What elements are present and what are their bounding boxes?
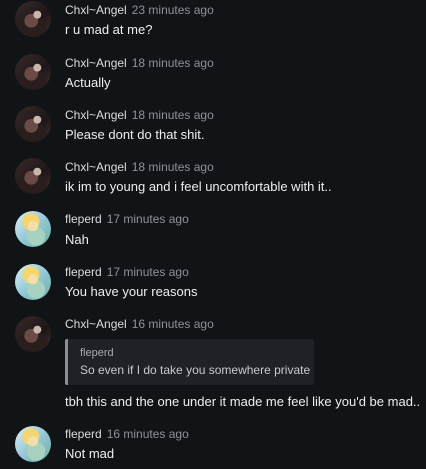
message-text: Nah bbox=[65, 232, 89, 247]
timestamp: 16 minutes ago bbox=[106, 427, 189, 441]
timestamp: 18 minutes ago bbox=[131, 56, 214, 70]
avatar[interactable] bbox=[15, 316, 51, 352]
quoted-message[interactable]: fleperd So even if I do take you somewhe… bbox=[65, 339, 314, 385]
author-name[interactable]: fleperd bbox=[65, 265, 102, 279]
avatar[interactable] bbox=[15, 1, 51, 37]
author-name[interactable]: fleperd bbox=[65, 212, 102, 226]
message-text: Actually bbox=[65, 75, 111, 90]
author-name[interactable]: Chxl~Angel bbox=[65, 317, 127, 331]
timestamp: 23 minutes ago bbox=[131, 3, 214, 17]
timestamp: 18 minutes ago bbox=[131, 160, 214, 174]
avatar[interactable] bbox=[15, 211, 51, 247]
message-header: fleperd 16 minutes ago bbox=[65, 426, 189, 441]
avatar[interactable] bbox=[15, 426, 51, 462]
quoted-text: So even if I do take you somewhere priva… bbox=[80, 363, 311, 377]
message-text: tbh this and the one under it made me fe… bbox=[65, 394, 421, 409]
quoted-author: fleperd bbox=[80, 347, 114, 359]
message-header: Chxl~Angel 18 minutes ago bbox=[65, 159, 214, 174]
message-feed: Chxl~Angel 23 minutes ago r u mad at me? … bbox=[0, 0, 426, 469]
author-name[interactable]: Chxl~Angel bbox=[65, 56, 127, 70]
timestamp: 17 minutes ago bbox=[106, 212, 189, 226]
message-header: fleperd 17 minutes ago bbox=[65, 264, 189, 279]
message-text: Please dont do that shit. bbox=[65, 127, 205, 142]
message-text: r u mad at me? bbox=[65, 22, 153, 37]
avatar[interactable] bbox=[15, 54, 51, 90]
timestamp: 17 minutes ago bbox=[106, 265, 189, 279]
timestamp: 18 minutes ago bbox=[131, 108, 214, 122]
message-header: Chxl~Angel 16 minutes ago bbox=[65, 316, 214, 331]
message-text: Not mad bbox=[65, 446, 115, 461]
message-header: Chxl~Angel 18 minutes ago bbox=[65, 55, 214, 70]
author-name[interactable]: fleperd bbox=[65, 427, 102, 441]
avatar[interactable] bbox=[15, 158, 51, 194]
author-name[interactable]: Chxl~Angel bbox=[65, 108, 127, 122]
avatar[interactable] bbox=[15, 264, 51, 300]
author-name[interactable]: Chxl~Angel bbox=[65, 3, 127, 17]
message-text: ik im to young and i feel uncomfortable … bbox=[65, 179, 332, 194]
message-header: Chxl~Angel 18 minutes ago bbox=[65, 107, 214, 122]
avatar[interactable] bbox=[15, 106, 51, 142]
timestamp: 16 minutes ago bbox=[131, 317, 214, 331]
message-header: fleperd 17 minutes ago bbox=[65, 211, 189, 226]
message-text: You have your reasons bbox=[65, 284, 198, 299]
message-header: Chxl~Angel 23 minutes ago bbox=[65, 2, 214, 17]
author-name[interactable]: Chxl~Angel bbox=[65, 160, 127, 174]
